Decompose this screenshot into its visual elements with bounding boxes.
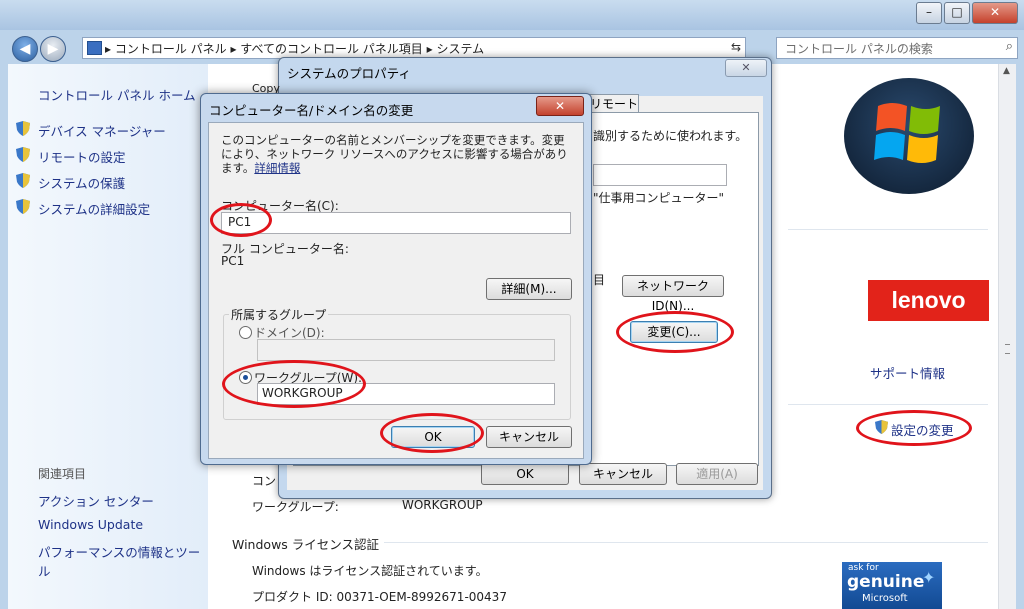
shield-icon: [16, 199, 30, 214]
minimize-button[interactable]: –: [916, 2, 942, 24]
shield-icon: [16, 147, 30, 162]
back-button[interactable]: ◀: [12, 36, 38, 62]
annotation-ring: [856, 410, 972, 446]
domain-input[interactable]: [257, 339, 555, 361]
divider: [788, 404, 988, 405]
cancel-button[interactable]: キャンセル: [579, 463, 667, 485]
license-heading: Windows ライセンス認証: [232, 537, 380, 552]
dialog-title: システムのプロパティ: [287, 66, 411, 81]
refresh-icon[interactable]: ⇆: [731, 40, 741, 54]
related-link-performance[interactable]: パフォーマンスの情報とツール: [38, 543, 203, 581]
forward-button[interactable]: ▶: [40, 36, 66, 62]
address-path: ▸ コントロール パネル ▸ すべてのコントロール パネル項目 ▸ システム: [105, 42, 485, 56]
cn-description: このコンピューターの名前とメンバーシップを変更できます。変更により、ネットワーク…: [221, 133, 573, 175]
ok-button[interactable]: OK: [481, 463, 569, 485]
sidebar-home-link[interactable]: コントロール パネル ホーム: [38, 85, 196, 104]
related-heading: 関連項目: [38, 467, 87, 481]
partial-label: コン: [252, 474, 277, 488]
sidebar: コントロール パネル ホーム デバイス マネージャー リモートの設定 システムの…: [8, 64, 208, 609]
title-bar: [0, 0, 1024, 30]
dialog-close-button[interactable]: ✕: [725, 59, 767, 77]
genuine-microsoft-badge: ask for genuine Microsoft ✦: [842, 562, 942, 609]
shield-icon: [16, 121, 30, 136]
annotation-ring: [616, 311, 734, 353]
cn-cancel-button[interactable]: キャンセル: [486, 426, 572, 448]
cn-close-button[interactable]: ✕: [536, 96, 584, 116]
lenovo-logo: lenovo: [868, 280, 989, 321]
details-link[interactable]: 詳細情報: [254, 161, 300, 175]
sidebar-item-system-protection[interactable]: システムの保護: [38, 173, 125, 192]
support-info-link[interactable]: サポート情報: [870, 363, 945, 382]
cn-dialog-title: コンピューター名/ドメイン名の変更: [209, 103, 414, 118]
cn-dialog-body: このコンピューターの名前とメンバーシップを変更できます。変更により、ネットワーク…: [208, 122, 584, 459]
star-icon: ✦: [922, 568, 936, 587]
domain-radio[interactable]: [239, 326, 252, 339]
search-icon[interactable]: ⌕: [1006, 39, 1013, 54]
description-input[interactable]: [593, 164, 727, 186]
network-id-button[interactable]: ネットワーク ID(N)...: [622, 275, 724, 313]
genuine-ms-text: Microsoft: [862, 593, 908, 604]
close-button[interactable]: ✕: [972, 2, 1018, 24]
control-panel-icon: [87, 41, 102, 55]
sidebar-item-advanced-settings[interactable]: システムの詳細設定: [38, 199, 150, 218]
address-bar[interactable]: ▸ コントロール パネル ▸ すべてのコントロール パネル項目 ▸ システム ⇆: [82, 37, 746, 59]
scrollbar[interactable]: ▲: [998, 64, 1016, 609]
product-id: プロダクト ID: 00371-OEM-8992671-00437: [252, 590, 507, 604]
tab-remote[interactable]: リモート: [589, 94, 639, 113]
maximize-button[interactable]: □: [944, 2, 970, 24]
related-link-windows-update[interactable]: Windows Update: [38, 517, 143, 532]
workgroup-value: WORKGROUP: [402, 498, 483, 512]
annotation-ring: [380, 413, 484, 453]
genuine-word: genuine: [847, 572, 925, 592]
divider: [788, 229, 988, 230]
computer-name-dialog: コンピューター名/ドメイン名の変更 このコンピューターの名前とメンバーシップを変…: [200, 93, 592, 465]
scroll-up-icon[interactable]: ▲: [1003, 66, 1010, 76]
annotation-ring: [210, 203, 272, 237]
more-button[interactable]: 詳細(M)...: [486, 278, 572, 300]
full-name-value: PC1: [221, 254, 245, 268]
license-status: Windows はライセンス認証されています。: [252, 564, 488, 578]
windows-logo: [844, 78, 974, 194]
divider: [384, 542, 988, 543]
search-box[interactable]: コントロール パネルの検索 ⌕: [776, 37, 1018, 59]
computer-name-input[interactable]: PC1: [221, 212, 571, 234]
description-fragment: 識別するために使われます。: [593, 129, 748, 143]
member-of-label: 所属するグループ: [229, 306, 329, 323]
partial-fragment: 目: [593, 273, 606, 287]
sidebar-item-remote-settings[interactable]: リモートの設定: [38, 147, 126, 166]
related-link-action-center[interactable]: アクション センター: [38, 491, 154, 510]
annotation-ring: [222, 360, 366, 408]
sidebar-item-device-manager[interactable]: デバイス マネージャー: [38, 121, 166, 140]
scroll-thumb-grip[interactable]: [1005, 344, 1010, 354]
shield-icon: [16, 173, 30, 188]
workgroup-label: ワークグループ:: [252, 500, 339, 514]
apply-button[interactable]: 適用(A): [676, 463, 758, 485]
example-fragment: "仕事用コンピューター": [593, 191, 725, 205]
search-input[interactable]: コントロール パネルの検索: [785, 40, 933, 57]
